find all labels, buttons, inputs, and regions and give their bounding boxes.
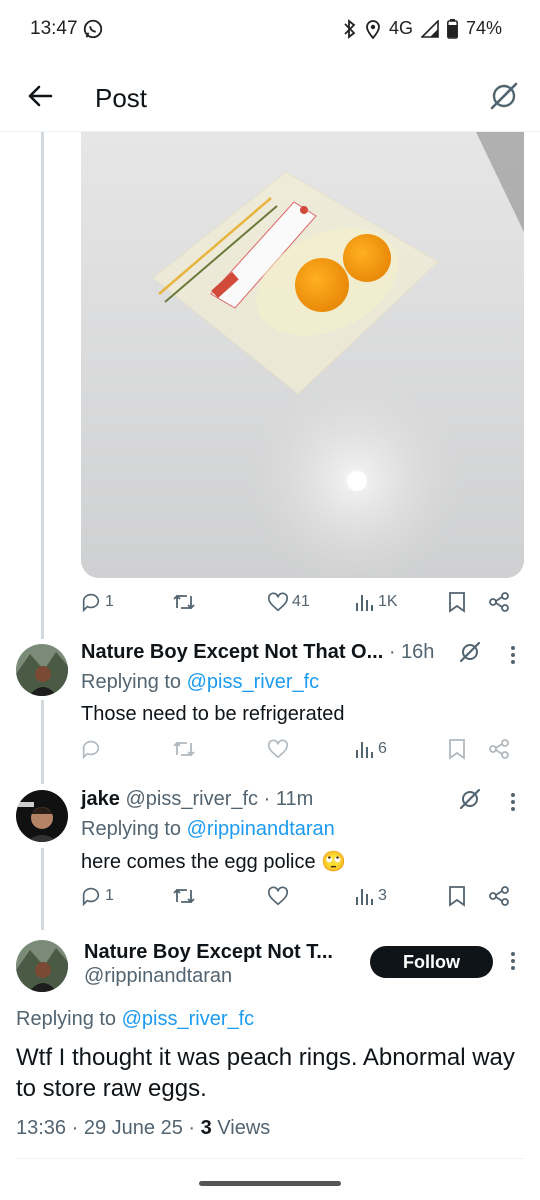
bookmark-icon[interactable] — [448, 591, 466, 613]
home-indicator[interactable] — [199, 1181, 341, 1186]
more-vertical-icon[interactable] — [503, 642, 523, 668]
reply-button[interactable]: 1 — [80, 591, 114, 613]
display-name[interactable]: Nature Boy Except Not That O... — [81, 641, 383, 663]
retweet-button[interactable] — [172, 591, 199, 613]
like-button[interactable] — [267, 738, 292, 760]
network-label: 4G — [388, 18, 413, 38]
egg-bag-image — [81, 132, 524, 578]
more-vertical-icon[interactable] — [503, 789, 523, 815]
display-name[interactable]: jake — [81, 788, 120, 810]
follow-button[interactable]: Follow — [370, 946, 493, 978]
reply-button[interactable] — [80, 738, 105, 760]
reply-actions: 6 — [80, 738, 520, 768]
views-button[interactable]: 1K — [355, 591, 398, 613]
post-actions: 1 41 1K — [80, 591, 520, 621]
status-time: 13:47 — [30, 18, 78, 39]
more-vertical-icon[interactable] — [503, 948, 523, 974]
status-bar: 13:47 4G 74% — [0, 0, 540, 60]
post-photo[interactable] — [81, 132, 524, 578]
heart-icon — [268, 739, 288, 759]
thread-line — [41, 700, 44, 784]
replying-to: Replying to @piss_river_fc — [16, 1008, 255, 1030]
grok-icon[interactable] — [486, 78, 522, 114]
reply-icon — [82, 593, 100, 613]
reply-text: here comes the egg police 🙄 — [81, 851, 347, 873]
reply-icon — [82, 740, 100, 760]
divider — [16, 1158, 524, 1159]
like-button[interactable]: 41 — [267, 591, 310, 613]
display-name[interactable]: Nature Boy Except Not T... — [84, 941, 333, 964]
status-icons: 4G 74% — [343, 18, 502, 39]
views-button[interactable]: 3 — [355, 885, 387, 907]
post-time[interactable]: 11m — [276, 788, 313, 810]
tweet-time: 13:36 — [16, 1117, 67, 1139]
share-icon[interactable] — [488, 738, 510, 760]
retweet-icon — [173, 741, 195, 757]
views-label: Views — [217, 1117, 271, 1139]
share-icon[interactable] — [488, 591, 510, 613]
mention-link[interactable]: @piss_river_fc — [122, 1008, 255, 1030]
share-icon[interactable] — [488, 885, 510, 907]
grok-icon[interactable] — [457, 786, 483, 812]
retweet-button[interactable] — [172, 738, 196, 760]
bookmark-icon[interactable] — [448, 885, 466, 907]
bluetooth-icon — [344, 18, 356, 39]
mention-link[interactable]: @rippinandtaran — [187, 818, 335, 840]
whatsapp-icon — [83, 19, 103, 39]
battery-level: 74% — [465, 18, 502, 38]
tweet-text: Wtf I thought it was peach rings. Abnorm… — [16, 1044, 515, 1102]
user-handle[interactable]: @piss_river_fc — [126, 788, 259, 810]
reply-header: jake @piss_river_fc · 11m — [81, 788, 314, 810]
reply-header: Nature Boy Except Not That O... · 16h — [81, 641, 435, 663]
avatar[interactable] — [16, 790, 68, 842]
avatar[interactable] — [16, 940, 68, 992]
thread-line — [41, 132, 44, 639]
top-bar: Post — [0, 64, 540, 132]
like-button[interactable] — [267, 885, 292, 907]
views-icon — [356, 595, 373, 611]
retweet-icon — [173, 594, 195, 610]
battery-icon — [447, 18, 458, 39]
mention-link[interactable]: @piss_river_fc — [187, 671, 320, 693]
views-icon — [356, 742, 373, 758]
reply-actions: 1 3 — [80, 885, 520, 915]
tweet-date: 29 June 25 — [83, 1117, 183, 1139]
post-time[interactable]: 16h — [401, 641, 434, 663]
page-title: Post — [95, 83, 148, 113]
signal-icon — [420, 19, 439, 38]
reply-text: Those need to be refrigerated — [81, 703, 345, 725]
reply-icon — [82, 887, 100, 907]
retweet-icon — [173, 888, 195, 904]
replying-to: Replying to @rippinandtaran — [81, 818, 335, 840]
grok-icon[interactable] — [457, 639, 483, 665]
location-icon — [366, 19, 380, 39]
retweet-button[interactable] — [172, 885, 196, 907]
bookmark-icon[interactable] — [448, 738, 466, 760]
replying-to: Replying to @piss_river_fc — [81, 671, 320, 693]
thread-line — [41, 848, 44, 930]
heart-icon — [268, 592, 288, 612]
views-button[interactable]: 6 — [355, 738, 387, 760]
reply-button[interactable]: 1 — [80, 885, 114, 907]
views-count[interactable]: 3 — [201, 1117, 212, 1139]
tweet-meta: 13:36 · 29 June 25 · 3 Views — [16, 1117, 271, 1139]
views-icon — [356, 889, 373, 905]
heart-icon — [268, 886, 288, 906]
avatar[interactable] — [16, 644, 68, 696]
user-handle[interactable]: @rippinandtaran — [84, 965, 232, 988]
arrow-left-icon[interactable] — [22, 78, 58, 114]
